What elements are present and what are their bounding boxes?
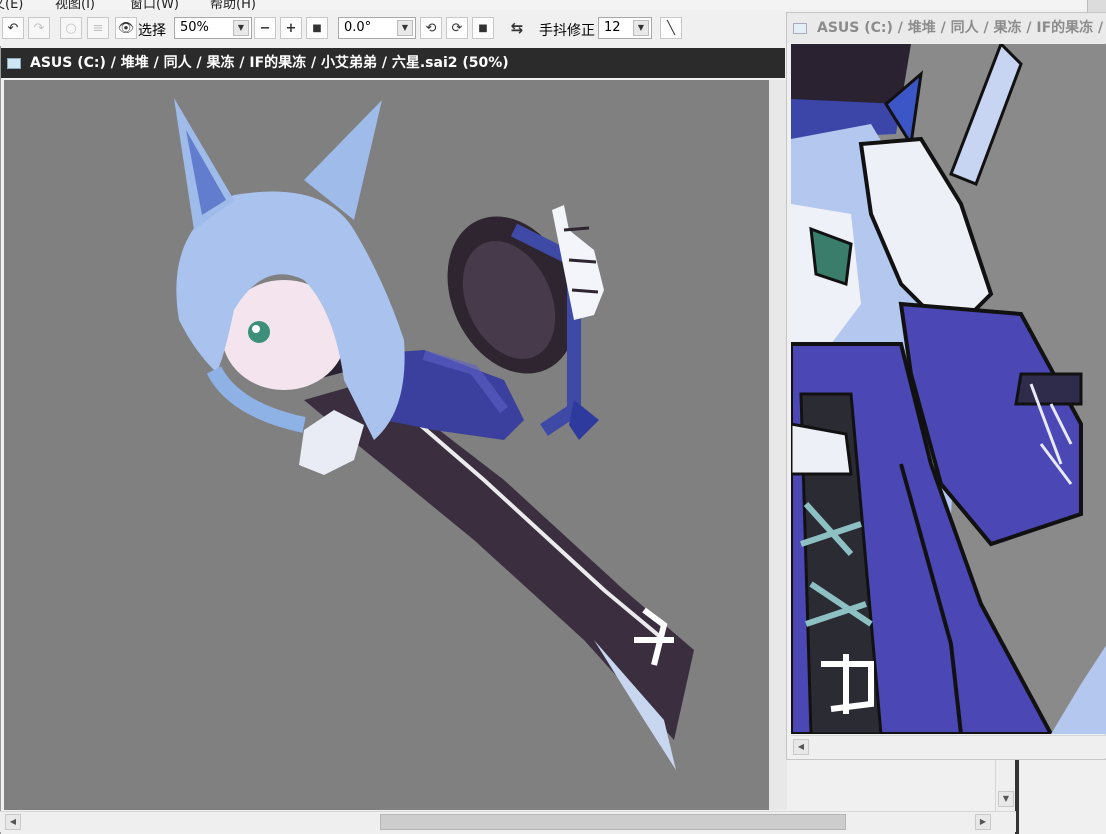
undo-button[interactable]: ↶: [2, 17, 24, 39]
chevron-down-icon[interactable]: ▼: [233, 20, 249, 36]
canvas[interactable]: [4, 80, 769, 810]
artwork: [174, 98, 694, 770]
diagonal-line-icon: ╲: [667, 20, 675, 36]
stabilizer-label: 手抖修正: [539, 23, 595, 39]
deselect-button[interactable]: ○: [60, 17, 82, 39]
navigator-window: ASUS (C:) / 堆堆 / 同人 / 果冻 / IF的果冻 / 小艾弟弟 …: [786, 12, 1106, 760]
minus-icon: −: [259, 20, 271, 36]
plus-icon: +: [285, 20, 297, 36]
navigator-window-icon: [793, 23, 807, 34]
zoom-combo[interactable]: 50% ▼: [174, 17, 252, 39]
horizontal-scrollbar[interactable]: ◀ ▶: [0, 811, 1016, 832]
menu-item-window[interactable]: 窗口(W): [130, 0, 179, 10]
document-window: ASUS (C:) / 堆堆 / 同人 / 果冻 / IF的果冻 / 小艾弟弟 …: [0, 46, 787, 834]
scroll-left-icon[interactable]: ◀: [793, 739, 809, 755]
rotate-right-icon: ⟳: [451, 20, 463, 36]
rotation-combo[interactable]: 0.0° ▼: [338, 17, 416, 39]
select-label: 选择: [138, 23, 166, 39]
zoom-in-button[interactable]: +: [280, 17, 302, 39]
lines-icon: ≡: [92, 20, 104, 36]
menu-bar: 文(E) 视图(I) 窗口(W) 帮助(H): [0, 0, 1106, 10]
toolbar: ↶ ↷ ○ ≡ 👁 选择 50% ▼ − + ■ 0.0° ▼ ⟲ ⟳ ■ ⇆ …: [0, 12, 790, 44]
scrollbar-thumb[interactable]: [380, 814, 846, 830]
navigator-title: ASUS (C:) / 堆堆 / 同人 / 果冻 / IF的果冻 / 小艾弟弟 …: [817, 20, 1106, 36]
square-icon: ■: [312, 22, 322, 34]
rotate-left-button[interactable]: ⟲: [420, 17, 442, 39]
rotation-reset-button[interactable]: ■: [472, 17, 494, 39]
stabilizer-combo[interactable]: 12 ▼: [598, 17, 652, 39]
stabilizer-value: 12: [604, 20, 621, 35]
show-selection-button[interactable]: 👁: [115, 17, 137, 39]
scroll-down-icon[interactable]: ▼: [998, 791, 1014, 807]
vertical-scrollbar[interactable]: ▼: [995, 760, 1016, 812]
selection-menu-button[interactable]: ≡: [87, 17, 109, 39]
flip-horizontal-icon: ⇆: [510, 19, 524, 37]
chevron-down-icon[interactable]: ▼: [633, 20, 649, 36]
window-edge: [1087, 0, 1106, 12]
scroll-right-icon[interactable]: ▶: [975, 814, 991, 830]
undo-icon: ↶: [7, 20, 19, 36]
navigator-titlebar[interactable]: ASUS (C:) / 堆堆 / 同人 / 果冻 / IF的果冻 / 小艾弟弟 …: [787, 13, 1106, 43]
navigator-horizontal-scrollbar[interactable]: ◀: [791, 735, 1106, 758]
menu-item-help[interactable]: 帮助(H): [210, 0, 256, 10]
redo-icon: ↷: [33, 20, 45, 36]
canvas-margin: [769, 80, 787, 810]
rotation-value: 0.0°: [344, 20, 372, 35]
chevron-down-icon[interactable]: ▼: [397, 20, 413, 36]
eye-icon: 👁: [117, 20, 135, 36]
navigator-canvas[interactable]: [791, 44, 1106, 734]
square-icon: ■: [478, 22, 488, 34]
navigator-artwork: [791, 44, 1106, 734]
menu-item-file[interactable]: 文(E): [0, 0, 23, 10]
deselect-icon: ○: [65, 20, 77, 36]
rotate-left-icon: ⟲: [425, 20, 437, 36]
document-title: ASUS (C:) / 堆堆 / 同人 / 果冻 / IF的果冻 / 小艾弟弟 …: [30, 55, 509, 71]
zoom-value: 50%: [180, 20, 209, 35]
rotate-right-button[interactable]: ⟳: [446, 17, 468, 39]
document-window-icon: [7, 58, 21, 69]
zoom-reset-button[interactable]: ■: [306, 17, 328, 39]
document-titlebar[interactable]: ASUS (C:) / 堆堆 / 同人 / 果冻 / IF的果冻 / 小艾弟弟 …: [1, 48, 785, 78]
redo-button[interactable]: ↷: [28, 17, 50, 39]
menu-item-view[interactable]: 视图(I): [55, 0, 95, 10]
straight-line-button[interactable]: ╲: [660, 17, 682, 39]
flip-button[interactable]: ⇆: [506, 17, 528, 39]
scroll-left-icon[interactable]: ◀: [5, 814, 21, 830]
zoom-out-button[interactable]: −: [254, 17, 276, 39]
